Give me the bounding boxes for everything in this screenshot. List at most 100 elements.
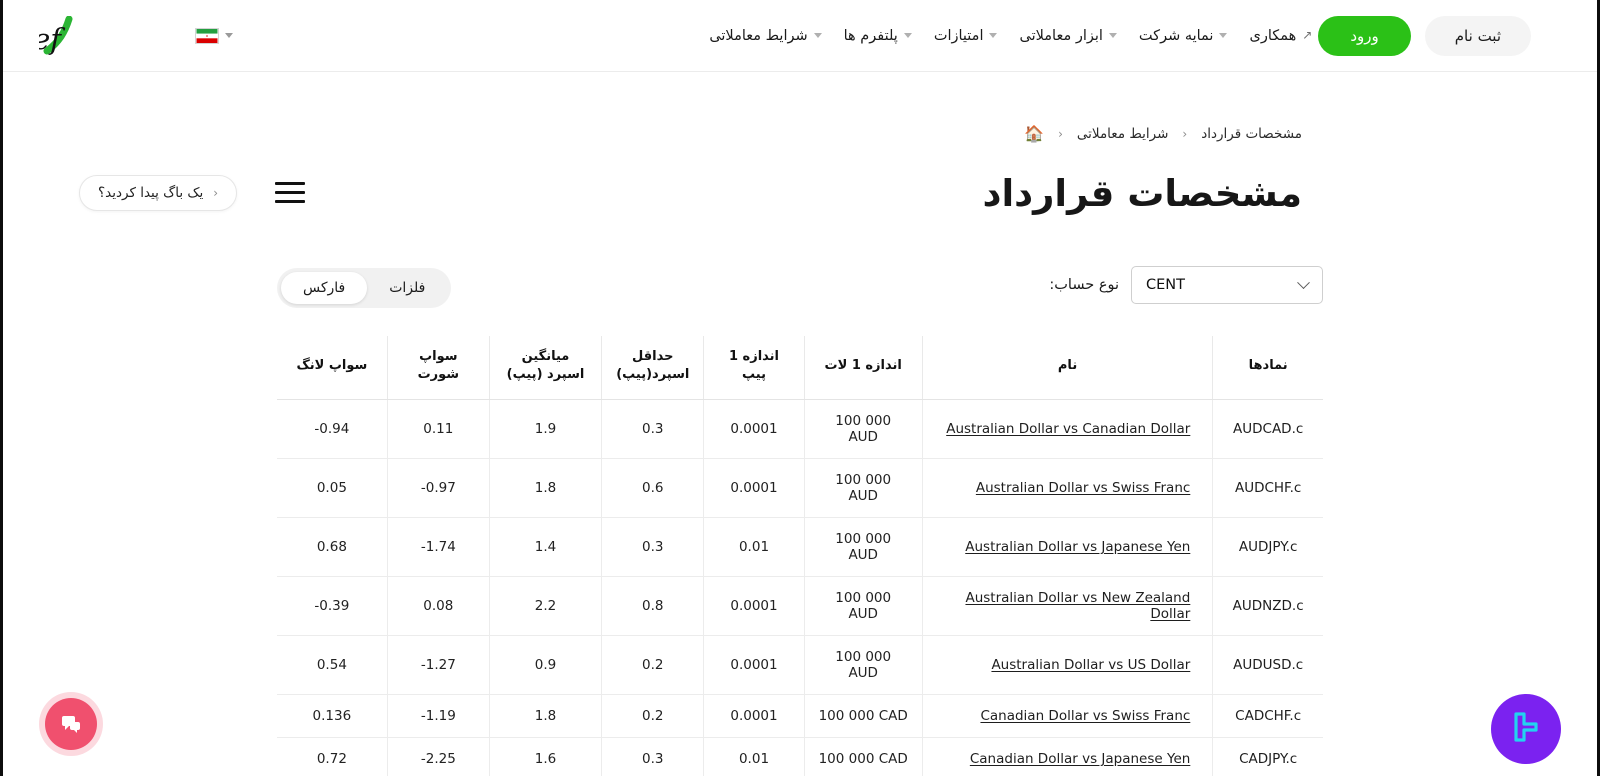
chat-bubble-icon: [62, 716, 80, 733]
column-header-symbol: نمادها: [1212, 336, 1323, 401]
column-header-swap-short: سواپ شورت: [386, 336, 490, 401]
nav-item-bonuses[interactable]: امتیازات: [934, 28, 998, 44]
auth-buttons: ورود ثبت نام: [1318, 15, 1531, 56]
column-header-name: نام: [921, 336, 1213, 401]
table-row: AUDNZD.c Australian Dollar vs New Zealand…: [277, 576, 1323, 637]
cell-min-spread: 0.6: [601, 458, 704, 519]
cell-lot-size: 100 000 AUD: [803, 517, 923, 578]
cell-min-spread: 0.3: [601, 517, 704, 578]
nav-label: نمایه شرکت: [1138, 27, 1214, 44]
nav-label: همکاری: [1249, 27, 1297, 44]
nav-item-trading-tools[interactable]: ابزار معاملاتی: [1019, 28, 1117, 44]
cell-avg-spread: 2.2: [488, 576, 602, 637]
cell-pip-size: 0.0001: [703, 694, 805, 739]
instrument-link[interactable]: Canadian Dollar vs Japanese Yen: [970, 751, 1190, 767]
tab-forex[interactable]: فارکس: [281, 272, 368, 304]
account-type-label: نوع حساب:: [1049, 277, 1119, 293]
cell-swap-short: -1.74: [386, 517, 490, 578]
table-controls: نوع حساب: CENT فارکس فلزات: [277, 266, 1323, 310]
cell-min-spread: 0.2: [601, 635, 704, 696]
cell-min-spread: 0.2: [601, 694, 704, 739]
cell-lot-size: 100 000 AUD: [803, 576, 923, 637]
cell-pip-size: 0.0001: [703, 635, 805, 696]
cell-swap-short: -2.25: [386, 737, 490, 776]
cell-swap-long: -0.94: [277, 399, 388, 460]
xchief-logo-mark: X Chief: [39, 15, 73, 56]
cell-pip-size: 0.01: [703, 737, 805, 776]
login-button[interactable]: ورود: [1318, 15, 1411, 56]
cell-lot-size: 100 000 AUD: [803, 458, 923, 519]
cell-symbol: AUDUSD.c: [1212, 635, 1323, 696]
contract-specifications-table: نمادها نام اندازه 1 لات اندازه 1 پیپ حدا…: [277, 336, 1323, 776]
instrument-link[interactable]: Australian Dollar vs US Dollar: [991, 657, 1190, 673]
tab-metals[interactable]: فلزات: [367, 272, 447, 304]
chevron-down-icon: [813, 33, 822, 38]
instrument-link[interactable]: Australian Dollar vs Japanese Yen: [965, 539, 1190, 555]
table-row: AUDCHF.c Australian Dollar vs Swiss Franc…: [277, 458, 1323, 519]
cell-avg-spread: 1.6: [488, 737, 602, 776]
cell-swap-long: 0.72: [277, 737, 388, 776]
page-frame: X Chief شرایط معاملاتی پلتفرم ها: [0, 0, 1600, 776]
cell-avg-spread: 1.8: [488, 694, 602, 739]
table-body: AUDCAD.c Australian Dollar vs Canadian Do…: [277, 399, 1323, 776]
cell-name: Australian Dollar vs Japanese Yen: [921, 517, 1213, 578]
chevron-down-icon: [903, 33, 912, 38]
instrument-link[interactable]: Australian Dollar vs Canadian Dollar: [946, 421, 1190, 437]
table-row: AUDUSD.c Australian Dollar vs US Dollar 10…: [277, 635, 1323, 696]
cell-symbol: AUDCHF.c: [1212, 458, 1323, 519]
language-selector[interactable]: [195, 27, 233, 44]
nav-item-platforms[interactable]: پلتفرم ها: [844, 28, 912, 44]
cell-pip-size: 0.01: [703, 517, 805, 578]
table-head: نمادها نام اندازه 1 لات اندازه 1 پیپ حدا…: [277, 336, 1323, 401]
account-type-select[interactable]: CENT: [1131, 266, 1323, 304]
cell-avg-spread: 0.9: [488, 635, 602, 696]
report-bug-button[interactable]: یک باگ پیدا کردید؟ ‹: [79, 175, 238, 211]
breadcrumb-item-contract-specifications: مشخصات قرارداد: [1201, 126, 1302, 142]
contract-specifications-table-wrap: نمادها نام اندازه 1 لات اندازه 1 پیپ حدا…: [277, 336, 1323, 776]
cell-lot-size: 100 000 CAD: [803, 694, 923, 739]
hamburger-menu-icon[interactable]: [275, 182, 305, 203]
hamburger-line: [275, 191, 305, 194]
chevron-down-icon: [1108, 33, 1117, 38]
chevron-down-icon: [225, 33, 233, 38]
cell-symbol: CADCHF.c: [1212, 694, 1323, 739]
cell-swap-short: -1.19: [386, 694, 490, 739]
instrument-link[interactable]: Australian Dollar vs Swiss Franc: [976, 480, 1190, 496]
signup-button[interactable]: ثبت نام: [1424, 15, 1531, 56]
cell-lot-size: 100 000 AUD: [803, 399, 923, 460]
breadcrumb-separator-icon: ‹: [1058, 127, 1063, 141]
instrument-link[interactable]: Canadian Dollar vs Swiss Franc: [980, 708, 1190, 724]
hamburger-line: [275, 200, 305, 203]
cell-lot-size: 100 000 AUD: [803, 635, 923, 696]
cell-avg-spread: 1.8: [488, 458, 602, 519]
table-row: CADJPY.c Canadian Dollar vs Japanese Yen 1…: [277, 737, 1323, 776]
cell-swap-long: 0.05: [277, 458, 388, 519]
cell-name: Australian Dollar vs Canadian Dollar: [921, 399, 1213, 460]
nav-item-partnership[interactable]: همکاری ↗: [1249, 28, 1312, 44]
instrument-category-toggle: فارکس فلزات: [277, 268, 452, 308]
account-type-control: نوع حساب: CENT: [1049, 266, 1323, 304]
column-header-pip-size: اندازه 1 پیپ: [703, 336, 805, 401]
instrument-link[interactable]: Australian Dollar vs New Zealand Dollar: [965, 590, 1190, 622]
breadcrumb-item-trading-conditions[interactable]: شرایط معاملاتی: [1077, 126, 1169, 142]
chat-widget-button[interactable]: [45, 698, 97, 750]
report-bug-label: یک باگ پیدا کردید؟: [98, 185, 204, 201]
nav-label: امتیازات: [933, 27, 984, 44]
livechat-widget-button[interactable]: [1491, 694, 1561, 764]
home-icon[interactable]: 🏠: [1024, 126, 1044, 142]
cell-swap-long: -0.39: [277, 576, 388, 637]
cell-swap-short: -1.27: [386, 635, 490, 696]
chevron-down-icon: [1219, 33, 1228, 38]
cell-symbol: AUDJPY.c: [1212, 517, 1323, 578]
external-link-icon: ↗: [1302, 27, 1313, 42]
cell-name: Australian Dollar vs Swiss Franc: [921, 458, 1213, 519]
nav-item-company-profile[interactable]: نمایه شرکت: [1139, 28, 1228, 44]
cell-pip-size: 0.0001: [703, 576, 805, 637]
cell-symbol: AUDCAD.c: [1212, 399, 1323, 460]
table-header-row: نمادها نام اندازه 1 لات اندازه 1 پیپ حدا…: [277, 336, 1323, 401]
chevron-left-icon: ‹: [213, 186, 219, 200]
nav-item-trading-conditions[interactable]: شرایط معاملاتی: [709, 28, 822, 44]
cell-symbol: AUDNZD.c: [1212, 576, 1323, 637]
xchief-logo[interactable]: X Chief: [39, 15, 159, 56]
title-row: مشخصات قرارداد: [3, 170, 1597, 230]
